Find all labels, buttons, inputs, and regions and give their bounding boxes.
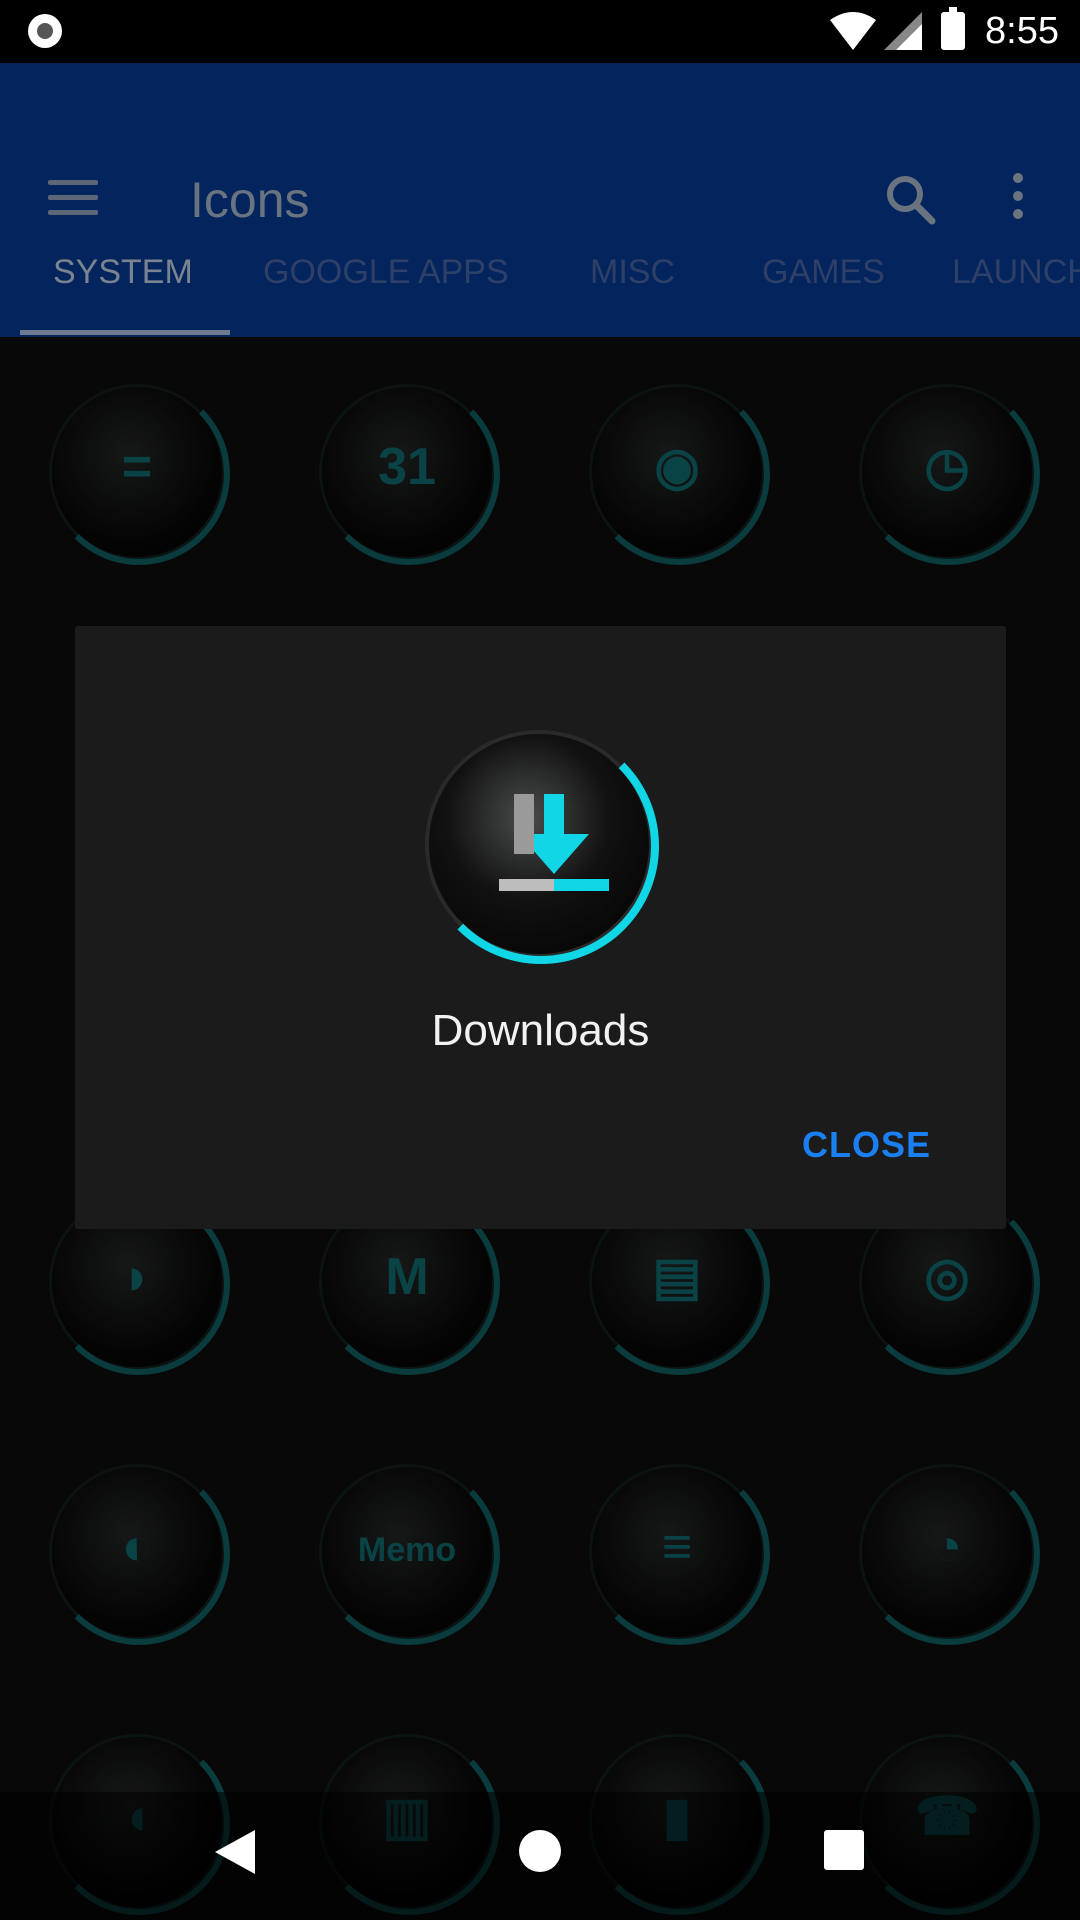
tab-bar: SYSTEM GOOGLE APPS MISC GAMES LAUNCH: [0, 215, 1080, 335]
back-icon[interactable]: [215, 1830, 255, 1874]
home-icon[interactable]: [519, 1830, 561, 1872]
icon-preview-dialog: Downloads CLOSE: [75, 626, 1006, 1229]
wifi-icon: [830, 12, 876, 50]
signal-icon: [884, 12, 922, 50]
clock: 8:55: [985, 10, 1059, 52]
overflow-menu-icon[interactable]: [1013, 173, 1027, 221]
tab-indicator: [20, 330, 230, 335]
tab-misc[interactable]: MISC: [590, 253, 675, 292]
screen-record-icon: [28, 14, 62, 48]
battery-icon: [941, 7, 965, 50]
tab-games[interactable]: GAMES: [762, 253, 885, 292]
dialog-icon-name: Downloads: [431, 1006, 650, 1055]
downloads-icon: [423, 728, 659, 964]
menu-icon[interactable]: [48, 180, 98, 216]
status-bar: 8:55: [0, 0, 1080, 63]
close-button[interactable]: CLOSE: [802, 1124, 931, 1166]
recents-icon[interactable]: [824, 1830, 864, 1870]
tab-google-apps[interactable]: GOOGLE APPS: [263, 253, 509, 292]
tab-launcher[interactable]: LAUNCH: [952, 253, 1080, 292]
navigation-bar: [0, 1792, 1080, 1920]
tab-system[interactable]: SYSTEM: [53, 253, 193, 292]
